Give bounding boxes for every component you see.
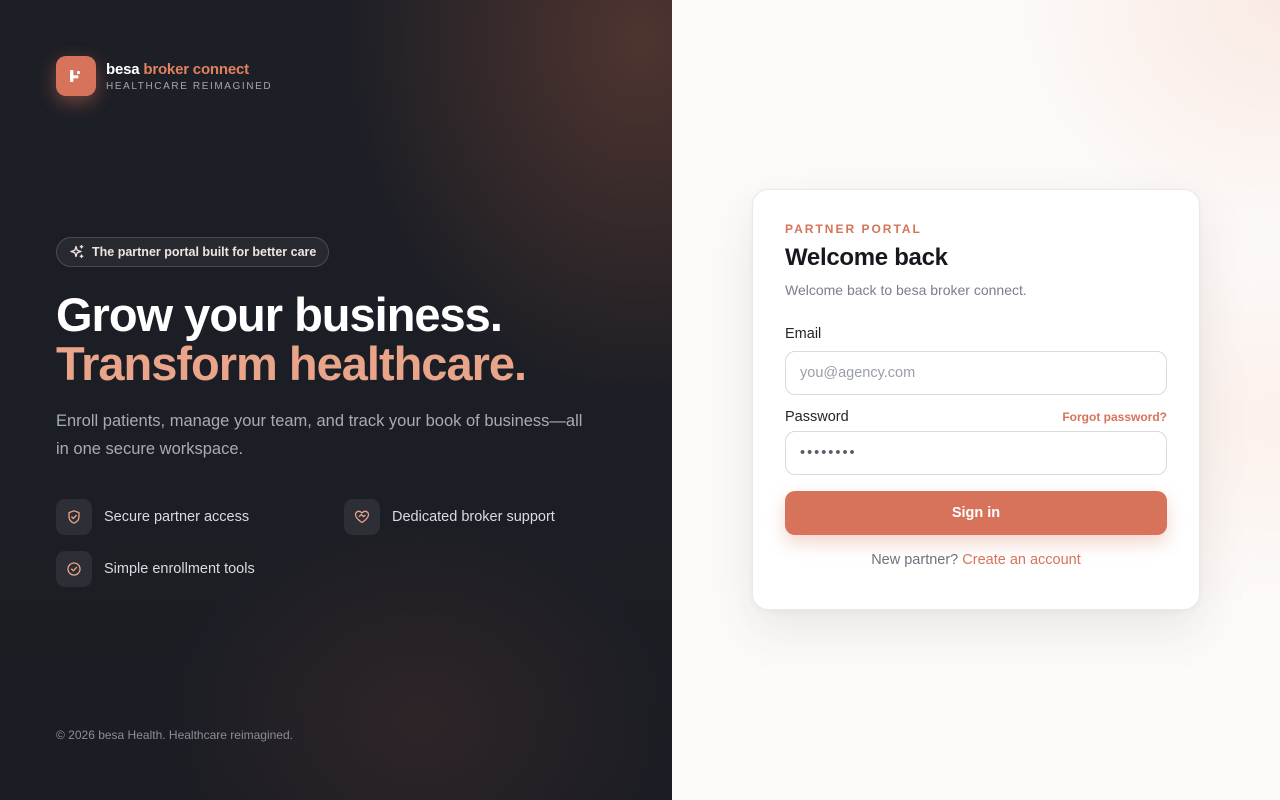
sparkle-icon	[69, 244, 85, 260]
feature-label: Secure partner access	[104, 509, 250, 525]
brand-name-accent: broker connect	[143, 60, 249, 78]
brand-tagline: HEALTHCARE REIMAGINED	[106, 80, 273, 92]
feature-label: Simple enrollment tools	[104, 561, 255, 577]
login-panel: PARTNER PORTAL Welcome back Welcome back…	[672, 0, 1280, 800]
besa-logo-icon	[56, 56, 96, 96]
brand: besa broker connect HEALTHCARE REIMAGINE…	[56, 56, 272, 96]
login-title: Welcome back	[785, 244, 948, 271]
password-label: Password	[785, 409, 849, 425]
copyright-footer: © 2026 besa Health. Healthcare reimagine…	[56, 728, 293, 742]
announcement-pill: The partner portal built for better care	[56, 237, 330, 267]
forgot-password-link[interactable]: Forgot password?	[1062, 410, 1167, 424]
heart-handshake-icon	[344, 499, 380, 535]
feature-item: Secure partner access	[56, 499, 249, 535]
announcement-text: The partner portal built for better care	[92, 245, 317, 259]
brand-name-primary: besa	[106, 60, 140, 78]
hero-headline: Grow your business. Transform healthcare…	[56, 288, 527, 390]
feature-label: Dedicated broker support	[392, 509, 555, 525]
password-field[interactable]	[785, 431, 1167, 475]
login-subtitle: Welcome back to besa broker connect.	[785, 282, 1027, 298]
portal-eyebrow: PARTNER PORTAL	[785, 222, 922, 236]
feature-item: Simple enrollment tools	[56, 551, 255, 587]
headline-line-1: Grow your business.	[56, 288, 503, 341]
shield-icon	[56, 499, 92, 535]
brand-name: besa broker connect	[106, 61, 272, 79]
headline-line-2: Transform healthcare.	[56, 337, 527, 390]
login-card: PARTNER PORTAL Welcome back Welcome back…	[752, 189, 1200, 610]
signup-prompt: New partner?	[871, 552, 959, 568]
marketing-panel: besa broker connect HEALTHCARE REIMAGINE…	[0, 0, 672, 800]
create-account-link[interactable]: Create an account	[962, 552, 1081, 568]
email-field[interactable]	[785, 351, 1167, 395]
sign-in-button[interactable]: Sign in	[785, 491, 1167, 535]
hero-description: Enroll patients, manage your team, and t…	[56, 412, 583, 458]
signup-row: New partner? Create an account	[785, 552, 1167, 568]
email-label: Email	[785, 326, 822, 342]
check-circle-icon	[56, 551, 92, 587]
feature-item: Dedicated broker support	[344, 499, 555, 535]
